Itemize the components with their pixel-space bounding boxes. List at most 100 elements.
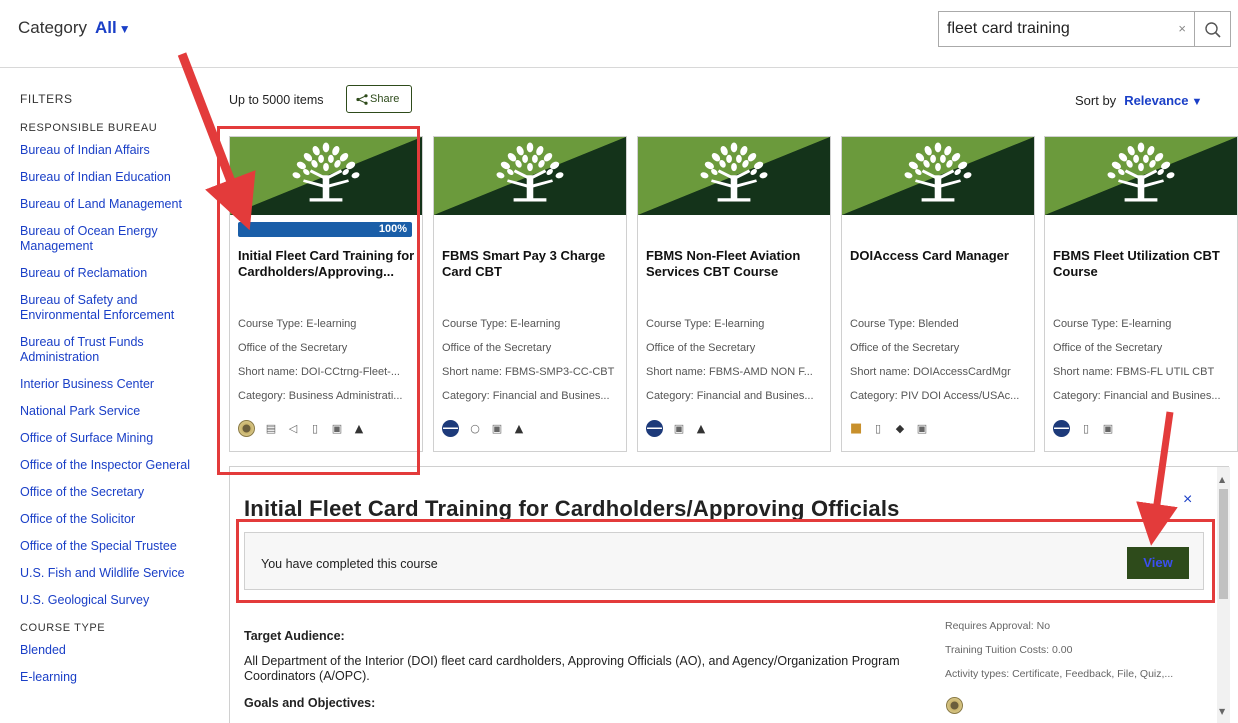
requires-approval: Requires Approval: No: [945, 620, 1051, 632]
share-icon: [356, 94, 368, 105]
filter-bureau-item[interactable]: Bureau of Safety and Environmental Enfor…: [20, 293, 205, 323]
course-short-name: Short name: FBMS-SMP3-CC-CBT: [442, 366, 615, 378]
bureau-seal-icon: [1053, 419, 1070, 437]
filter-bureau-item[interactable]: Office of Surface Mining: [20, 431, 205, 446]
quiz-icon: ▣: [491, 421, 503, 435]
package-icon: ■: [850, 420, 863, 436]
course-type: Course Type: E-learning: [442, 318, 561, 330]
course-card[interactable]: FBMS Non-Fleet Aviation Services CBT Cou…: [637, 136, 831, 452]
course-office: Office of the Secretary: [1053, 342, 1163, 354]
activity-icons: ■ ▯ ◆ ▣: [850, 419, 928, 437]
course-office: Office of the Secretary: [850, 342, 960, 354]
course-title[interactable]: FBMS Fleet Utilization CBT Course: [1053, 248, 1231, 280]
sort-label: Sort by: [1075, 93, 1117, 108]
filter-course-type-item[interactable]: E-learning: [20, 670, 205, 685]
filter-course-type-item[interactable]: Blended: [20, 643, 205, 658]
scroll-thumb[interactable]: [1219, 489, 1228, 599]
course-banner-image: [638, 137, 830, 215]
filter-bureau-item[interactable]: Bureau of Indian Education: [20, 170, 205, 185]
top-bar: Category All▼ ×: [0, 0, 1238, 68]
search-input[interactable]: [939, 12, 1164, 46]
course-banner-image: [842, 137, 1034, 215]
course-short-name: Short name: FBMS-FL UTIL CBT: [1053, 366, 1215, 378]
course-type: Course Type: E-learning: [1053, 318, 1172, 330]
filter-bureau-item[interactable]: National Park Service: [20, 404, 205, 419]
category-value[interactable]: All: [95, 18, 117, 37]
feedback-icon: ○: [470, 421, 480, 435]
course-category: Category: PIV DOI Access/USAc...: [850, 390, 1020, 402]
course-banner-image: [434, 137, 626, 215]
filter-bureau-item[interactable]: Office of the Special Trustee: [20, 539, 205, 554]
filter-bureau-item[interactable]: Bureau of Indian Affairs: [20, 143, 205, 158]
course-card[interactable]: DOIAccess Card Manager Course Type: Blen…: [841, 136, 1035, 452]
filter-bureau-item[interactable]: Office of the Solicitor: [20, 512, 205, 527]
filters-heading: FILTERS: [20, 92, 73, 106]
scroll-down-icon[interactable]: ▼: [1219, 707, 1225, 716]
course-title[interactable]: FBMS Non-Fleet Aviation Services CBT Cou…: [646, 248, 824, 280]
course-category: Category: Financial and Busines...: [442, 390, 610, 402]
course-short-name: Short name: FBMS-AMD NON F...: [646, 366, 813, 378]
quiz-icon: ▣: [673, 421, 685, 435]
goals-label: Goals and Objectives:: [244, 696, 376, 710]
filter-bureau-item[interactable]: Interior Business Center: [20, 377, 205, 392]
tuition-cost: Training Tuition Costs: 0.00: [945, 644, 1073, 656]
filter-bureau-item[interactable]: Office of the Inspector General: [20, 458, 205, 473]
course-office: Office of the Secretary: [646, 342, 756, 354]
activity-icons: ▯ ▣: [1053, 419, 1114, 437]
course-short-name: Short name: DOIAccessCardMgr: [850, 366, 1011, 378]
target-audience-label: Target Audience:: [244, 629, 345, 643]
bureau-heading: RESPONSIBLE BUREAU: [20, 122, 158, 134]
course-type-heading: COURSE TYPE: [20, 622, 106, 634]
close-icon[interactable]: ×: [1183, 491, 1192, 509]
course-type: Course Type: Blended: [850, 318, 959, 330]
activity-types: Activity types: Certificate, Feedback, F…: [945, 668, 1174, 680]
course-card[interactable]: FBMS Smart Pay 3 Charge Card CBT Course …: [433, 136, 627, 452]
highlight-box: [236, 519, 1215, 603]
category-label: Category: [18, 18, 87, 37]
bureau-seal-icon: [442, 419, 459, 437]
share-button[interactable]: Share: [346, 85, 412, 113]
lock-icon: ▲: [696, 421, 706, 435]
filter-bureau-item[interactable]: Bureau of Reclamation: [20, 266, 205, 281]
file-icon: ▯: [1082, 421, 1090, 435]
quiz-icon: ▣: [916, 421, 928, 435]
search-button[interactable]: [1195, 11, 1231, 47]
category-filter[interactable]: Category All ▼: [18, 18, 131, 38]
activity-icons: ○ ▣ ▲: [442, 419, 525, 437]
tag-icon: ◆: [895, 421, 905, 435]
filter-bureau-item[interactable]: U.S. Geological Survey: [20, 593, 205, 608]
caret-down-icon[interactable]: ▼: [1192, 96, 1203, 108]
detail-scrollbar[interactable]: ▲ ▼: [1217, 467, 1230, 723]
target-audience-text: All Department of the Interior (DOI) fle…: [244, 654, 900, 683]
caret-down-icon[interactable]: ▼: [119, 22, 131, 36]
sort-value[interactable]: Relevance: [1124, 93, 1188, 108]
course-office: Office of the Secretary: [442, 342, 552, 354]
results-count: Up to 5000 items: [229, 93, 324, 107]
clear-search-icon[interactable]: ×: [1178, 21, 1186, 36]
course-category: Category: Financial and Busines...: [646, 390, 814, 402]
filter-bureau-item[interactable]: Bureau of Ocean Energy Management: [20, 224, 205, 254]
search-icon: [1205, 22, 1221, 38]
bureau-seal-icon: [646, 419, 663, 437]
filter-bureau-item[interactable]: Bureau of Trust Funds Administration: [20, 335, 205, 365]
course-category: Category: Financial and Busines...: [1053, 390, 1221, 402]
activity-icons: ▣ ▲: [646, 419, 707, 437]
course-title[interactable]: DOIAccess Card Manager: [850, 248, 1028, 264]
course-title[interactable]: FBMS Smart Pay 3 Charge Card CBT: [442, 248, 620, 280]
highlight-box: [217, 126, 420, 475]
share-label: Share: [370, 93, 400, 105]
bureau-seal-icon: [946, 697, 963, 714]
course-banner-image: [1045, 137, 1237, 215]
course-card[interactable]: FBMS Fleet Utilization CBT Course Course…: [1044, 136, 1238, 452]
filter-bureau-item[interactable]: Office of the Secretary: [20, 485, 205, 500]
quiz-icon: ▣: [1102, 421, 1114, 435]
course-type: Course Type: E-learning: [646, 318, 765, 330]
sort-control[interactable]: Sort by Relevance ▼: [1075, 93, 1202, 108]
filter-bureau-item[interactable]: Bureau of Land Management: [20, 197, 205, 212]
scroll-up-icon[interactable]: ▲: [1219, 475, 1225, 484]
filter-bureau-item[interactable]: U.S. Fish and Wildlife Service: [20, 566, 205, 581]
filters-sidebar: FILTERS RESPONSIBLE BUREAU Bureau of Ind…: [20, 92, 205, 697]
file-icon: ▯: [874, 421, 882, 435]
lock-icon: ▲: [514, 421, 524, 435]
search-box[interactable]: ×: [938, 11, 1195, 47]
